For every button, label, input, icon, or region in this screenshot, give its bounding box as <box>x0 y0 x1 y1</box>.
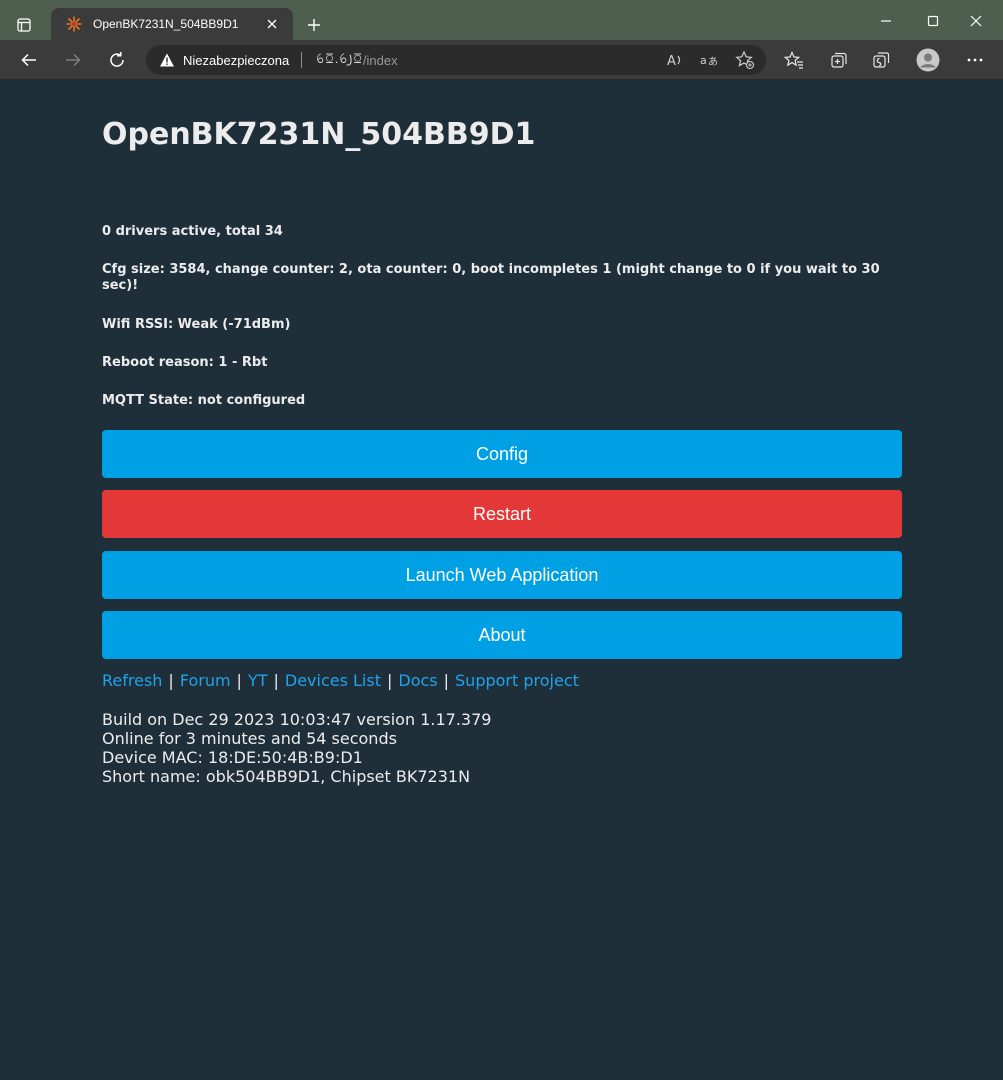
link-separator: | <box>386 671 393 690</box>
svg-text:あ: あ <box>708 56 718 68</box>
url-path: /index <box>362 52 398 68</box>
read-aloud-icon[interactable]: A <box>664 49 686 71</box>
url-host: ꕃꗞ.ꕃ꠸ꗞ <box>316 51 363 66</box>
reload-button[interactable] <box>102 45 132 75</box>
link-separator: | <box>443 671 450 690</box>
link-separator: | <box>273 671 279 690</box>
collections-button[interactable] <box>824 45 854 75</box>
svg-text:A: A <box>667 54 676 69</box>
arrow-left-icon <box>21 53 36 67</box>
add-favorite-icon[interactable] <box>734 49 756 71</box>
address-separator <box>301 52 303 68</box>
online-time: Online for 3 minutes and 54 seconds <box>102 729 397 748</box>
forum-link[interactable]: Forum <box>180 671 231 690</box>
close-window-icon <box>970 15 982 27</box>
footer-links: Refresh | Forum | YT | Devices List | Docs | Suppo… <box>102 671 579 690</box>
minimize-icon <box>881 20 891 22</box>
maximize-icon <box>927 15 939 27</box>
about-button[interactable]: About <box>102 611 902 659</box>
more-icon <box>967 58 983 62</box>
support-project-link[interactable]: Support project <box>455 671 579 690</box>
refresh-link[interactable]: Refresh <box>102 671 162 690</box>
page-title: OpenBK7231N_504BB9D1 <box>102 117 536 152</box>
more-menu-button[interactable] <box>960 45 990 75</box>
arrow-right-icon <box>66 53 81 67</box>
link-separator: | <box>168 671 174 690</box>
browser-titlebar: OpenBK7231N_504BB9D1 <box>0 0 1003 40</box>
profile-button[interactable] <box>913 45 943 75</box>
browser-essentials-icon <box>873 52 890 68</box>
favorites-button[interactable] <box>779 45 809 75</box>
tab-actions-button[interactable] <box>9 11 39 39</box>
device-info: Build on Dec 29 2023 10:03:47 version 1.… <box>102 710 491 786</box>
devices-list-link[interactable]: Devices List <box>285 671 381 690</box>
new-tab-button[interactable] <box>301 12 327 38</box>
plus-icon <box>308 19 320 31</box>
launch-web-app-button[interactable]: Launch Web Application <box>102 551 902 599</box>
favorites-icon <box>784 51 803 69</box>
security-label[interactable]: Niezabezpieczona <box>183 53 289 68</box>
address-bar[interactable]: Niezabezpieczona ꕃꗞ.ꕃ꠸ꗞ /index A aあ <box>146 45 766 75</box>
config-button[interactable]: Config <box>102 430 902 478</box>
cfg-status: Cfg size: 3584, change counter: 2, ota c… <box>102 262 880 293</box>
close-tab-icon[interactable] <box>261 13 283 35</box>
wifi-status: Wifi RSSI: Weak (-71dBm) <box>102 317 291 332</box>
page-viewport: OpenBK7231N_504BB9D1 0 drivers active, t… <box>0 81 1003 1080</box>
favicon-icon <box>65 15 83 33</box>
browser-tab[interactable]: OpenBK7231N_504BB9D1 <box>51 8 293 40</box>
reload-icon <box>110 52 124 67</box>
forward-button[interactable] <box>58 45 88 75</box>
reboot-status: Reboot reason: 1 - Rbt <box>102 355 268 370</box>
browser-essentials-button[interactable] <box>866 45 896 75</box>
translate-icon[interactable]: aあ <box>698 49 720 71</box>
browser-toolbar: Niezabezpieczona ꕃꗞ.ꕃ꠸ꗞ /index A aあ <box>0 40 1003 80</box>
restart-button[interactable]: Restart <box>102 490 902 538</box>
close-window-button[interactable] <box>961 6 991 36</box>
back-button[interactable] <box>14 45 44 75</box>
yt-link[interactable]: YT <box>248 671 268 690</box>
device-mac: Device MAC: 18:DE:50:4B:B9:D1 <box>102 748 363 767</box>
minimize-button[interactable] <box>871 6 901 36</box>
docs-link[interactable]: Docs <box>398 671 437 690</box>
drivers-status: 0 drivers active, total 34 <box>102 224 283 239</box>
tab-actions-icon <box>17 18 31 32</box>
tab-title: OpenBK7231N_504BB9D1 <box>93 17 239 31</box>
mqtt-status: MQTT State: not configured <box>102 393 306 408</box>
collections-icon <box>831 52 847 68</box>
link-separator: | <box>236 671 242 690</box>
svg-text:a: a <box>700 54 707 67</box>
short-name: Short name: obk504BB9D1, Chipset BK7231N <box>102 767 471 786</box>
warning-icon[interactable] <box>158 51 176 69</box>
build-info: Build on Dec 29 2023 10:03:47 version 1.… <box>102 710 492 729</box>
maximize-button[interactable] <box>918 6 948 36</box>
avatar-icon <box>916 48 940 72</box>
